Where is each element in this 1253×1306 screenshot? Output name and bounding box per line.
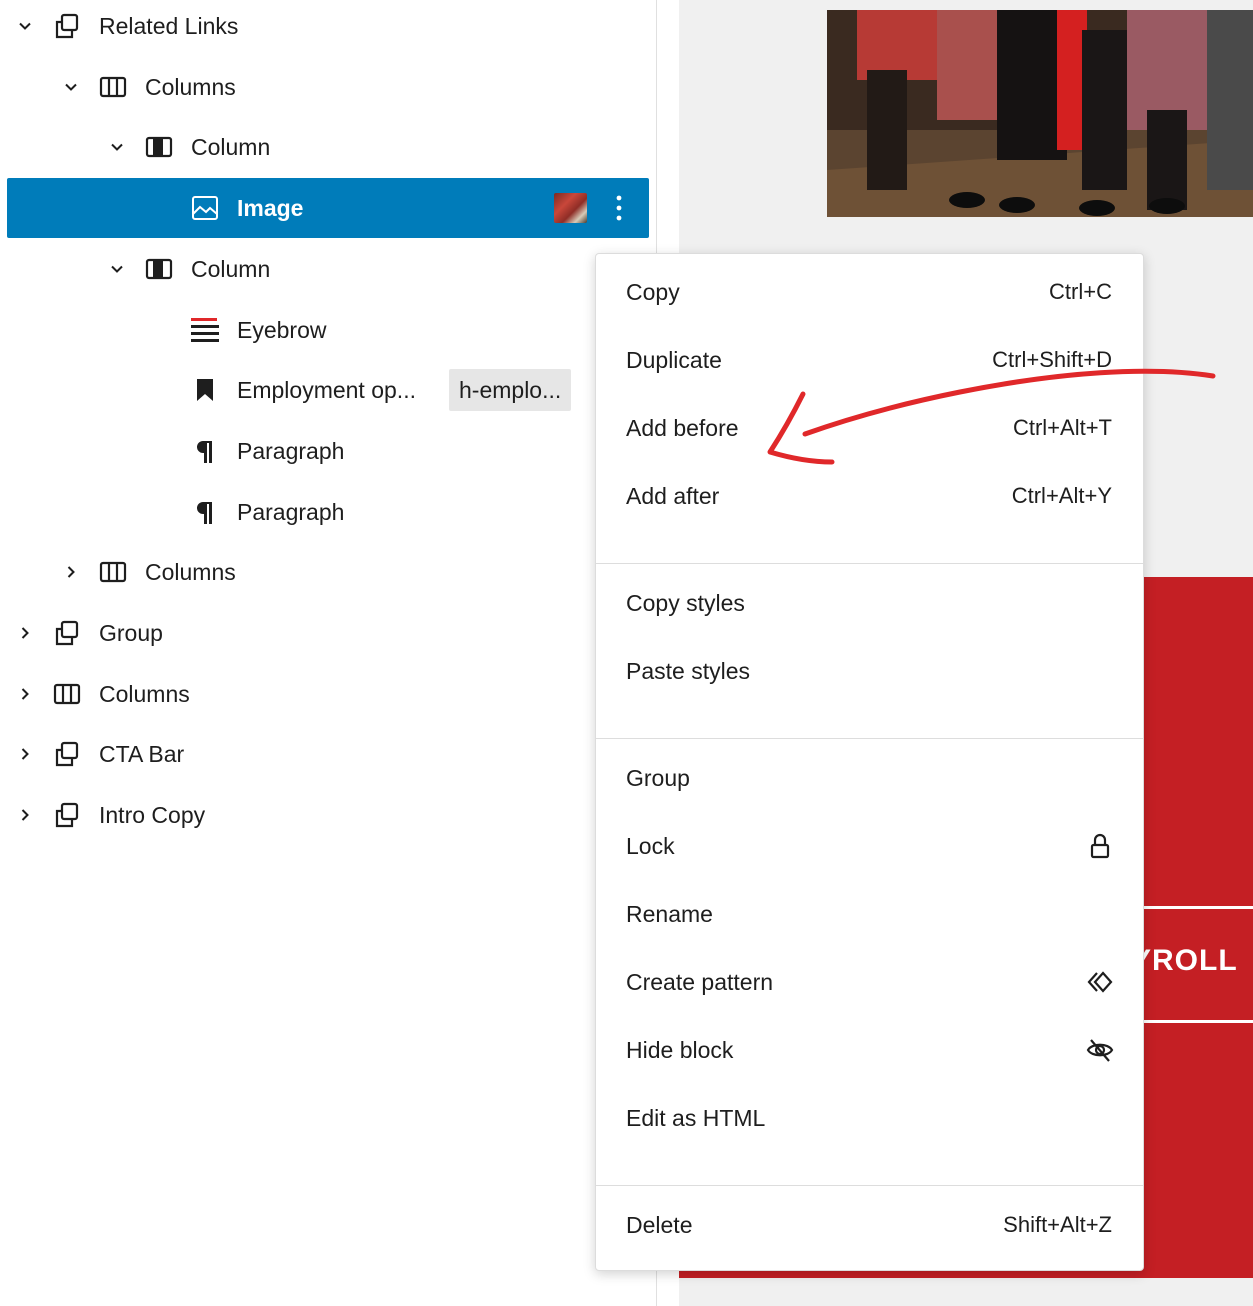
menu-item-edit-as-html[interactable]: Edit as HTML [596, 1086, 1143, 1150]
list-view-panel: Related Links Columns Column Image Column Eye… [0, 0, 657, 1306]
list-view-item-label: Column [191, 256, 271, 282]
menu-item-add-after[interactable]: Add after Ctrl+Alt+Y [596, 464, 1143, 528]
list-view-item-label: Employment op... [237, 377, 416, 403]
menu-item-copy[interactable]: Copy Ctrl+C [596, 260, 1143, 324]
chevron-right-icon[interactable] [61, 562, 81, 582]
partial-heading: YROLL [1131, 944, 1238, 977]
menu-item-delete[interactable]: Delete Shift+Alt+Z [596, 1193, 1143, 1257]
list-view-item-columns[interactable]: Columns [7, 542, 649, 602]
anchor-badge: h-emplo... [449, 369, 572, 411]
options-icon[interactable] [607, 188, 631, 228]
list-view-item-label: Column [191, 134, 271, 160]
menu-item-label: Duplicate [626, 346, 722, 373]
image-icon [190, 193, 220, 223]
list-view-item-label: Paragraph [237, 499, 345, 525]
chevron-down-icon[interactable] [107, 259, 127, 279]
eyebrow-icon [190, 315, 220, 345]
hide-icon [1085, 1035, 1115, 1065]
menu-item-duplicate[interactable]: Duplicate Ctrl+Shift+D [596, 328, 1143, 392]
group-icon [52, 800, 82, 830]
divider-line [1139, 1020, 1253, 1023]
list-view-item-label: Related Links [99, 13, 239, 39]
block-options-menu: Copy Ctrl+C Duplicate Ctrl+Shift+D Add befor… [595, 253, 1144, 1271]
menu-item-shortcut: Ctrl+Shift+D [992, 347, 1112, 372]
bookmark-icon [190, 375, 220, 405]
list-view-item-label: CTA Bar [99, 741, 185, 767]
column-icon [144, 132, 174, 162]
chevron-down-icon[interactable] [61, 77, 81, 97]
columns-icon [52, 679, 82, 709]
list-view-item-column[interactable]: Column [7, 239, 649, 299]
list-view-item-columns[interactable]: Columns [7, 57, 649, 117]
menu-item-label: Add before [626, 414, 739, 441]
list-view-item-paragraph[interactable]: Paragraph [7, 482, 649, 542]
list-view-item-intro-copy[interactable]: Intro Copy [7, 785, 649, 845]
menu-divider [596, 1185, 1143, 1186]
list-view-item-label: Paragraph [237, 438, 345, 464]
columns-icon [98, 557, 128, 587]
menu-divider [596, 738, 1143, 739]
people-photo-illustration [827, 10, 1253, 217]
list-view-item-related-links[interactable]: Related Links [7, 0, 649, 56]
list-view-item-cta-bar[interactable]: CTA Bar [7, 724, 649, 784]
column-icon [144, 254, 174, 284]
list-view-item-label: Columns [99, 681, 190, 707]
lock-icon [1085, 831, 1115, 861]
menu-item-label: Rename [626, 900, 713, 927]
menu-item-shortcut: Ctrl+Alt+T [1012, 415, 1112, 440]
chevron-right-icon[interactable] [15, 623, 35, 643]
chevron-right-icon[interactable] [15, 684, 35, 704]
menu-item-label: Paste styles [626, 657, 750, 684]
divider-line [1139, 906, 1253, 909]
menu-item-create-pattern[interactable]: Create pattern [596, 950, 1143, 1014]
menu-item-label: Lock [626, 832, 675, 859]
menu-item-add-before[interactable]: Add before Ctrl+Alt+T [596, 396, 1143, 460]
menu-item-paste-styles[interactable]: Paste styles [596, 639, 1143, 703]
list-view-item-columns[interactable]: Columns [7, 664, 649, 724]
list-view-item-label: Intro Copy [99, 802, 206, 828]
menu-item-rename[interactable]: Rename [596, 882, 1143, 946]
group-icon [52, 618, 82, 648]
menu-item-shortcut: Shift+Alt+Z [1003, 1212, 1112, 1237]
list-view-item-paragraph[interactable]: Paragraph [7, 421, 649, 481]
menu-item-shortcut: Ctrl+C [1049, 279, 1112, 304]
chevron-down-icon[interactable] [15, 16, 35, 36]
menu-item-shortcut: Ctrl+Alt+Y [1011, 483, 1112, 508]
menu-item-copy-styles[interactable]: Copy styles [596, 571, 1143, 635]
list-view-item-group[interactable]: Group [7, 603, 649, 663]
menu-item-label: Hide block [626, 1036, 734, 1063]
menu-item-label: Copy [626, 278, 680, 305]
menu-item-group[interactable]: Group [596, 746, 1143, 810]
group-icon [52, 11, 82, 41]
list-view-item-label: Group [99, 620, 163, 646]
hero-photo[interactable] [827, 10, 1253, 217]
menu-item-label: Create pattern [626, 968, 774, 995]
menu-item-hide-block[interactable]: Hide block [596, 1018, 1143, 1082]
list-view-item-label: Columns [145, 559, 236, 585]
list-view-item-label: Columns [145, 74, 236, 100]
list-view-item-eyebrow[interactable]: Eyebrow [7, 300, 649, 360]
chevron-right-icon[interactable] [15, 744, 35, 764]
list-view-item-label: Eyebrow [237, 317, 327, 343]
menu-item-label: Group [626, 764, 690, 791]
list-view-item-column[interactable]: Column [7, 117, 649, 177]
menu-item-label: Add after [626, 482, 720, 509]
list-view-item-label: Image [237, 195, 304, 221]
paragraph-icon [190, 436, 220, 466]
chevron-right-icon[interactable] [15, 805, 35, 825]
chevron-down-icon[interactable] [107, 137, 127, 157]
menu-item-label: Delete [626, 1211, 693, 1238]
list-view-item-employment-op[interactable]: Employment op... h-emplo... [7, 360, 649, 420]
list-view-item-image[interactable]: Image [7, 178, 649, 238]
paragraph-icon [190, 497, 220, 527]
pattern-icon [1085, 967, 1115, 997]
menu-divider [596, 563, 1143, 564]
menu-item-label: Edit as HTML [626, 1104, 766, 1131]
group-icon [52, 739, 82, 769]
columns-icon [98, 72, 128, 102]
image-thumbnail [554, 193, 587, 223]
menu-item-label: Copy styles [626, 589, 745, 616]
menu-item-lock[interactable]: Lock [596, 814, 1143, 878]
